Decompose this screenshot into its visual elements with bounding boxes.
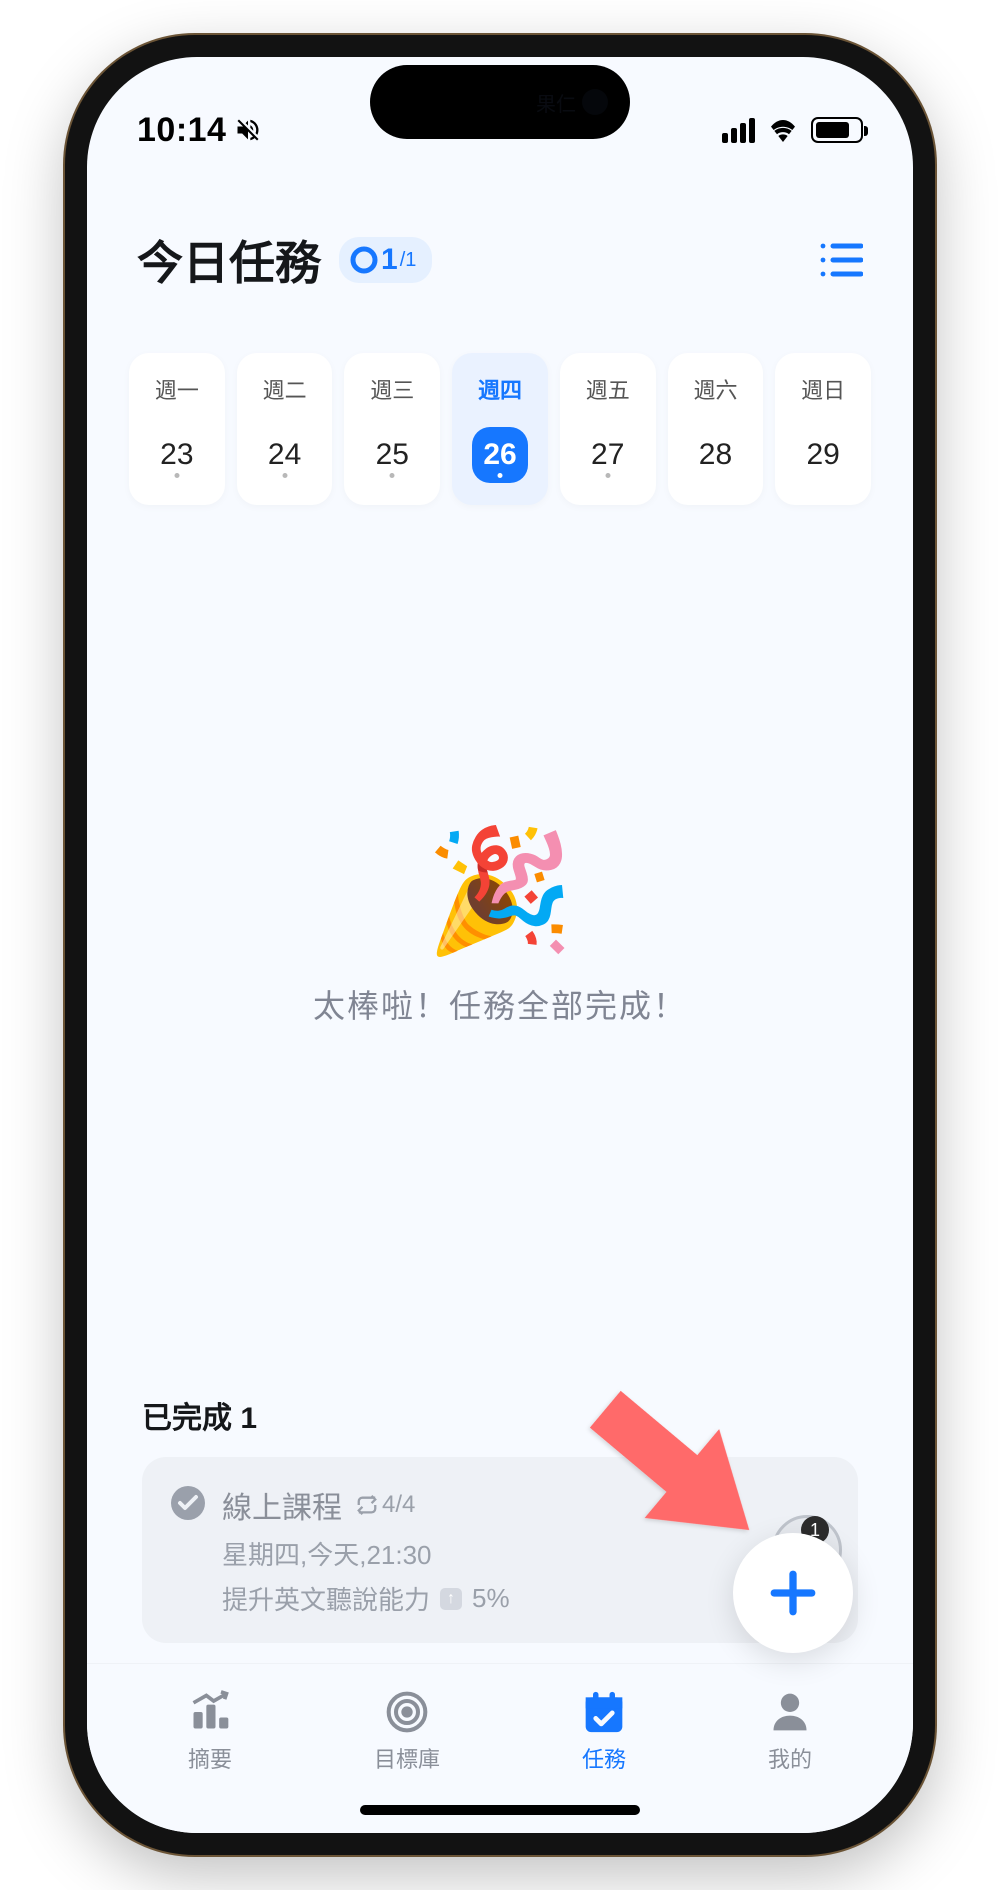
nav-tasks[interactable]: 任務: [582, 1690, 626, 1774]
cellular-icon: [722, 118, 755, 143]
page-title: 今日任務: [137, 227, 321, 293]
phone-frame: 果仁 10:14 今日任務: [65, 35, 935, 1855]
wifi-icon: [767, 118, 799, 142]
plus-icon: [768, 1568, 818, 1618]
day-label: 週三: [370, 373, 414, 405]
home-indicator[interactable]: [360, 1805, 640, 1815]
progress-done: 1: [381, 243, 398, 277]
day-card-27[interactable]: 週五 27: [560, 353, 656, 505]
day-number: 23: [149, 427, 205, 483]
progress-total: /1: [400, 249, 417, 272]
battery-icon: [811, 117, 863, 143]
nav-label: 任務: [582, 1742, 626, 1774]
task-repeat-count: 4/4: [382, 1491, 415, 1519]
day-number: 28: [687, 427, 743, 483]
day-number: 25: [364, 427, 420, 483]
nav-goals[interactable]: 目標庫: [374, 1690, 440, 1774]
party-emoji-icon: 🎉: [425, 831, 574, 951]
day-label: 週五: [586, 373, 630, 405]
nav-mine[interactable]: 我的: [768, 1690, 812, 1774]
target-icon: [385, 1690, 429, 1734]
day-card-28[interactable]: 週六 28: [668, 353, 764, 505]
nav-label: 目標庫: [374, 1742, 440, 1774]
day-card-23[interactable]: 週一 23: [129, 353, 225, 505]
nav-summary[interactable]: 摘要: [188, 1690, 232, 1774]
task-title: 線上課程: [222, 1483, 342, 1527]
day-card-26[interactable]: 週四 26: [452, 353, 548, 505]
day-card-29[interactable]: 週日 29: [775, 353, 871, 505]
day-number: 26: [472, 427, 528, 483]
empty-state: 🎉 太棒啦！任務全部完成！: [87, 505, 913, 1393]
day-dot-icon: [282, 473, 287, 478]
calendar-check-icon: [582, 1690, 626, 1734]
day-dot-icon: [605, 473, 610, 478]
day-label: 週二: [263, 373, 307, 405]
arrow-up-icon: ↑: [440, 1588, 462, 1610]
day-number: 29: [795, 427, 851, 483]
dynamic-island: 果仁: [370, 65, 630, 139]
task-goal-delta: 5%: [472, 1583, 510, 1614]
check-circle-icon: [170, 1485, 206, 1521]
status-time: 10:14: [137, 111, 226, 150]
list-view-icon[interactable]: [819, 242, 863, 278]
progress-ring-icon: [349, 245, 379, 275]
task-goal-text: 提升英文聽說能力: [222, 1580, 430, 1617]
week-strip: 週一 23 週二 24 週三 25 週四 26 週五 27 週六 28 週日 29: [87, 323, 913, 505]
day-label: 週一: [155, 373, 199, 405]
day-label: 週日: [801, 373, 845, 405]
repeat-icon: [356, 1494, 378, 1516]
nav-label: 我的: [768, 1742, 812, 1774]
silent-icon: [234, 116, 262, 144]
completed-heading: 已完成 1: [142, 1393, 858, 1437]
day-card-25[interactable]: 週三 25: [344, 353, 440, 505]
nav-label: 摘要: [188, 1742, 232, 1774]
screen: 10:14 今日任務 1: [87, 57, 913, 1833]
page-header: 今日任務 1 /1: [87, 167, 913, 323]
day-card-24[interactable]: 週二 24: [237, 353, 333, 505]
progress-pill[interactable]: 1 /1: [339, 237, 432, 283]
empty-message: 太棒啦！任務全部完成！: [313, 981, 687, 1027]
day-number: 27: [580, 427, 636, 483]
day-dot-icon: [498, 473, 503, 478]
bar-chart-icon: [188, 1690, 232, 1734]
add-task-button[interactable]: [733, 1533, 853, 1653]
day-dot-icon: [174, 473, 179, 478]
person-icon: [768, 1690, 812, 1734]
day-label: 週四: [478, 373, 522, 405]
day-label: 週六: [693, 373, 737, 405]
day-dot-icon: [390, 473, 395, 478]
day-number: 24: [257, 427, 313, 483]
